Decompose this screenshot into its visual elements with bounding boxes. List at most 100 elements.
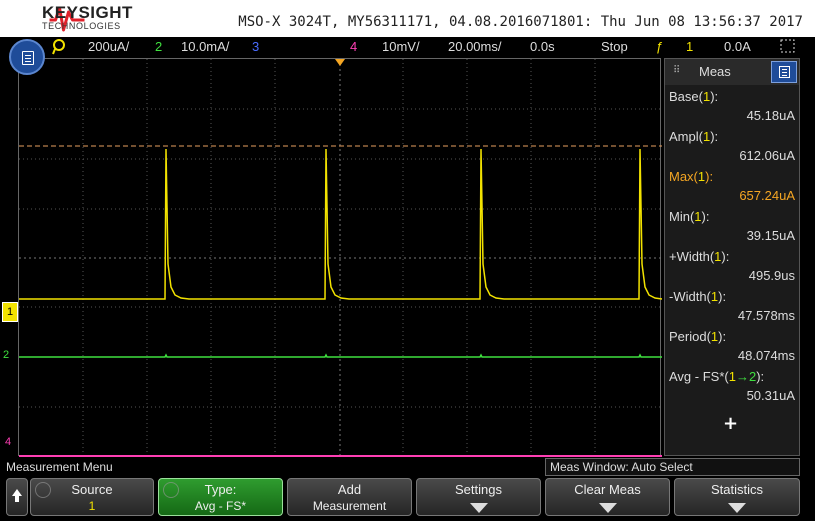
softkey-label: Type: [204,482,237,497]
ch4-ground-marker[interactable]: 4 [5,436,11,448]
trigger-edge-icon[interactable]: ƒ [656,39,663,54]
meas-label: Max(1): [669,169,713,184]
run-state[interactable]: Stop [601,39,628,54]
meas-value: 39.15uA [746,228,795,243]
type-softkey[interactable]: Type: Avg - FS* [158,478,283,516]
measurement-item[interactable]: Period(1): 48.074ms [665,327,799,367]
measurement-item[interactable]: Min(1): 39.15uA [665,207,799,247]
meas-label: Min(1): [669,209,709,224]
menu-icon [22,51,34,65]
meas-suffix: ): [701,209,710,224]
up-arrow-icon [12,489,22,502]
softkey-value: Measurement [312,499,387,513]
softkey-label: Statistics [710,482,763,497]
meas-suffix: ): [718,329,727,344]
trigger-level[interactable]: 0.0A [724,39,751,54]
meas-channel: 1 [694,209,702,224]
ch2-number[interactable]: 2 [155,39,162,54]
meas-name: +Width( [669,249,715,264]
meas-name: -Width( [669,289,711,304]
waveform-canvas [19,59,662,457]
ch4-scale[interactable]: 10mV/ [382,39,420,54]
softkey-label: Clear Meas [574,482,641,497]
waveform-display[interactable] [18,58,662,457]
clear-meas-softkey[interactable]: Clear Meas [545,478,670,516]
meas-suffix: ): [705,169,714,184]
meas-value: 612.06uA [739,148,795,163]
meas-suffix: ): [718,289,727,304]
trigger-source[interactable]: 1 [686,39,693,54]
submenu-arrow-icon [728,503,746,513]
ch2-scale[interactable]: 10.0mA/ [181,39,229,54]
brand-name: KEYSIGHT [42,3,133,22]
softkey-value: 1 [88,499,96,513]
menu-title: Measurement Menu [6,460,113,474]
meas-suffix: ): [710,89,719,104]
meas-label: -Width(1): [669,289,726,304]
submenu-arrow-icon [469,503,488,513]
header-bar: KEYSIGHT TECHNOLOGIES MSO-X 3024T, MY563… [0,0,815,37]
trigger-position-marker[interactable] [335,59,345,66]
delay[interactable]: 0.0s [530,39,555,54]
meas-panel-title: Meas [699,64,731,79]
oscilloscope-screen: KEYSIGHT TECHNOLOGIES MSO-X 3024T, MY563… [0,0,815,521]
softkey-label: Source [71,482,113,497]
center-axes [19,59,662,457]
add-measurement-icon[interactable]: + [723,413,738,434]
source-softkey[interactable]: Source 1 [30,478,154,516]
meas-name: Avg - FS*( [669,369,729,384]
meas-suffix: ): [721,249,730,264]
meas-suffix: ): [710,129,719,144]
menu-icon [779,66,790,78]
meas-value: 657.24uA [739,188,795,203]
settings-softkey[interactable]: Settings [416,478,541,516]
meas-value: 495.9us [748,268,795,283]
ch1-probe-icon[interactable] [52,39,70,55]
meas-window-label: Meas Window: Auto Select [550,460,693,474]
brand-subtitle: TECHNOLOGIES [42,21,121,31]
meas-window-select[interactable]: Meas Window: Auto Select [545,458,800,476]
softkey-label: Add [337,482,362,497]
measurement-panel: ⠿ Meas Base(1): 45.18uA Ampl(1): 612.06uA Ma… [664,58,800,456]
measurement-item[interactable]: +Width(1): 495.9us [665,247,799,287]
instrument-info: MSO-X 3024T, MY56311171, 04.08.201607180… [238,14,803,30]
meas-channel-b: →2 [735,369,757,384]
meas-suffix: ): [756,369,765,384]
meas-value: 48.074ms [737,348,795,363]
meas-panel-header: ⠿ Meas [665,59,799,85]
meas-name: Min( [669,209,695,224]
ch1-scale[interactable]: 200uA/ [88,39,129,54]
softkey-value: Avg - FS* [194,499,247,513]
add-measurement-softkey[interactable]: Add Measurement [287,478,412,516]
menu-up-button[interactable] [6,478,28,516]
meas-panel-menu-button[interactable] [771,61,797,83]
status-bar: 200uA/ 2 10.0mA/ 3 4 10mV/ 20.00ms/ 0.0s… [0,37,815,57]
ch4-number[interactable]: 4 [350,39,357,54]
measurement-item[interactable]: Ampl(1): 612.06uA [665,127,799,167]
zoom-window-icon[interactable] [780,39,796,54]
meas-value: 45.18uA [746,108,795,123]
submenu-arrow-icon [598,503,617,513]
ch1-ground-marker[interactable]: 1 [2,302,18,322]
measurement-item[interactable]: Avg - FS*(1→2): 50.31uA [665,367,799,407]
meas-name: Ampl( [669,129,703,144]
meas-value: 47.578ms [737,308,795,323]
ch3-number[interactable]: 3 [252,39,259,54]
meas-name: Max( [669,169,698,184]
drag-handle-icon[interactable]: ⠿ [673,65,680,76]
meas-name: Base( [669,89,703,104]
main-menu-button[interactable] [9,39,45,75]
meas-name: Period( [669,329,711,344]
meas-value: 50.31uA [746,388,795,403]
meas-label: Ampl(1): [669,129,718,144]
ch2-ground-marker[interactable]: 2 [3,349,9,361]
statistics-softkey[interactable]: Statistics [674,478,800,516]
softkey-label: Settings [455,482,502,497]
measurement-item[interactable]: -Width(1): 47.578ms [665,287,799,327]
meas-label: Avg - FS*(1→2): [669,369,764,384]
meas-label: +Width(1): [669,249,729,264]
timebase[interactable]: 20.00ms/ [448,39,501,54]
measurement-item[interactable]: Max(1): 657.24uA [665,167,799,207]
meas-channel: 1 [728,369,736,384]
measurement-item[interactable]: Base(1): 45.18uA [665,87,799,127]
